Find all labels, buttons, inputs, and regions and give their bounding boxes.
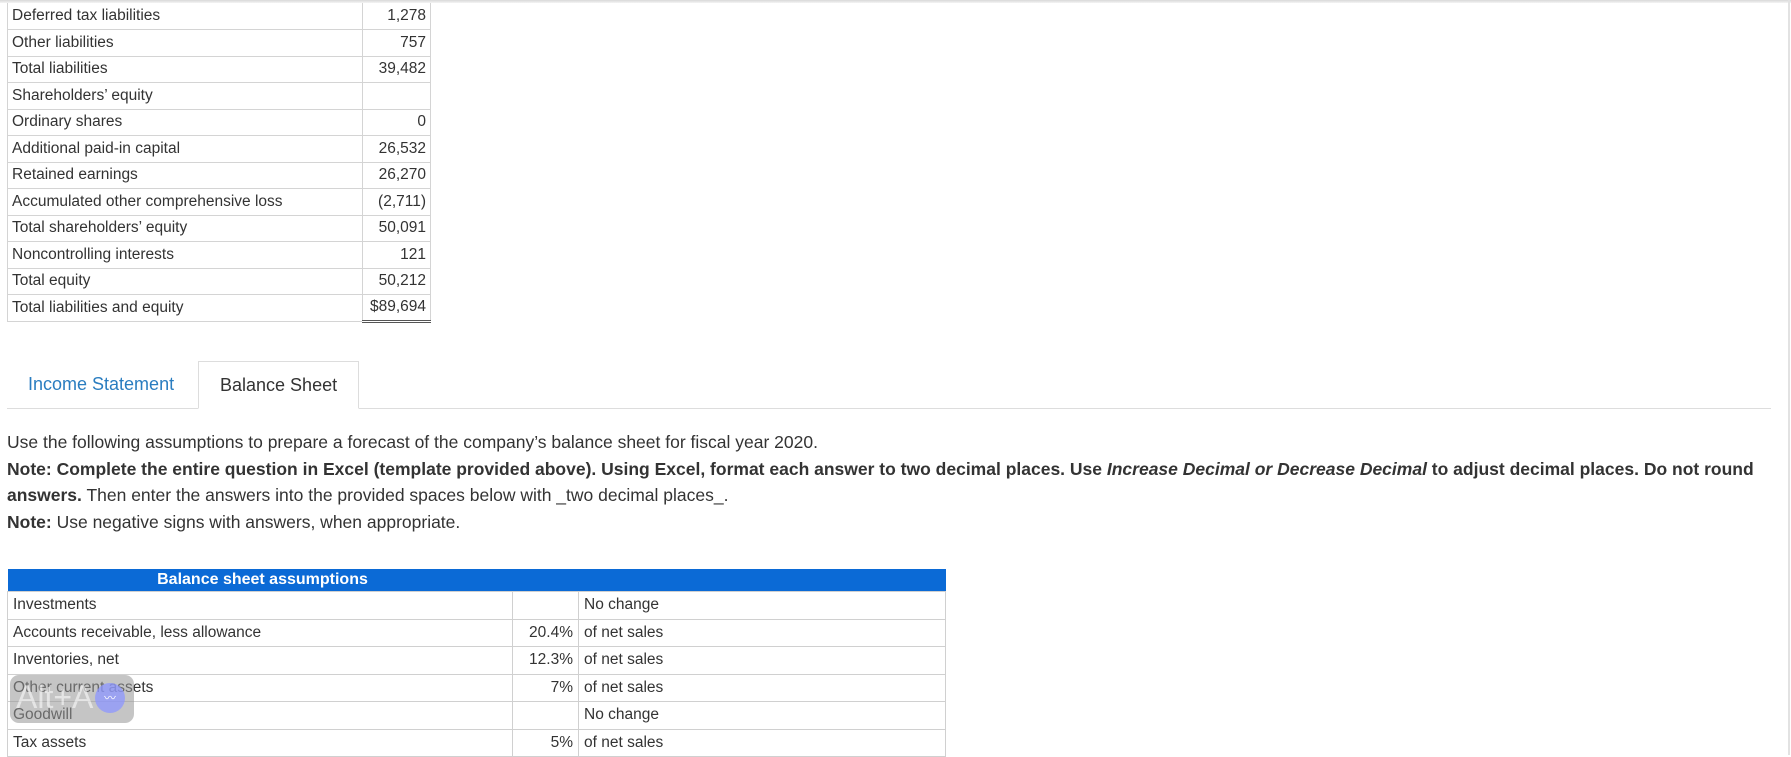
shortcut-label: Alt+A [16,679,94,715]
instructions: Use the following assumptions to prepare… [7,429,1777,535]
row-label: Shareholders’ equity [7,82,363,110]
assumption-desc: of net sales [578,728,946,757]
row-value: 50,091 [362,214,431,242]
assumption-desc: No change [578,701,946,730]
table-row: Total liabilities and equity $89,694 [7,294,431,323]
assumption-label: Tax assets [7,728,513,757]
assumption-pct: 20.4% [512,618,579,647]
row-value: 0 [362,108,431,136]
sign-note: Note: Use negative signs with answers, w… [7,509,1777,536]
table-row: Ordinary shares 0 [7,108,431,136]
row-label: Ordinary shares [7,108,363,136]
assumptions-title: Balance sheet assumptions [157,571,368,588]
assumption-pct: 5% [512,728,579,757]
row-label: Additional paid-in capital [7,135,363,163]
statement-tabs: Income Statement Balance Sheet [7,361,1771,409]
table-row: Deferred tax liabilities 1,278 [7,3,431,30]
audio-wave-icon[interactable]: 〰 [95,683,125,713]
row-value: 26,532 [362,135,431,163]
table-row: Investments No change [7,591,946,620]
table-row: Retained earnings 26,270 [7,161,431,189]
note-bold-a: Note: Complete the entire question in Ex… [7,458,1107,479]
note-plain: Then enter the answers into the provided… [81,485,729,505]
row-label: Other liabilities [7,29,363,57]
note-italic: Increase Decimal or Decrease Decimal [1106,458,1427,479]
assumption-label: Accounts receivable, less allowance [7,618,513,647]
table-row: Total shareholders’ equity 50,091 [7,214,431,242]
tab-income-statement[interactable]: Income Statement [7,361,195,408]
row-label: Total liabilities and equity [7,294,363,322]
row-value: 39,482 [362,55,431,83]
note2-plain: Use negative signs with answers, when ap… [51,511,461,532]
assumption-label: Investments [7,591,513,620]
row-value: 757 [362,29,431,57]
assumptions-header: Balance sheet assumptions [7,569,946,592]
row-value [362,82,431,110]
row-label: Retained earnings [7,161,363,189]
table-row: GoodwillNo change [7,701,946,730]
assumption-desc: of net sales [578,646,946,675]
row-label: Deferred tax liabilities [7,3,363,30]
table-row: Noncontrolling interests 121 [7,241,431,269]
table-row: Inventories, net 12.3% of net sales [7,646,946,675]
assumption-pct [512,701,579,730]
row-value: 26,270 [362,161,431,189]
assumption-desc: No change [578,591,946,620]
row-label: Total equity [7,267,363,295]
accessibility-overlay-widget[interactable]: Alt+A 〰 [10,675,134,723]
table-row: Tax assets 5% of net sales [7,728,946,757]
row-label: Noncontrolling interests [7,241,363,269]
excel-note: Note: Complete the entire question in Ex… [7,456,1777,509]
row-value: 50,212 [362,267,431,295]
table-row: Accounts receivable, less allowance 20.4%… [7,618,946,647]
table-row: Total equity 50,212 [7,267,431,295]
assumption-pct: 7% [512,673,579,702]
table-row: Total liabilities 39,482 [7,55,431,83]
assumption-desc: of net sales [578,673,946,702]
assumptions-header-row: Balance sheet assumptions [7,569,946,592]
row-value: 121 [362,241,431,269]
table-row: Additional paid-in capital 26,532 [7,135,431,163]
balance-sheet-table: Deferred tax liabilities 1,278 Other liab… [7,3,431,323]
instruction-text: Use the following assumptions to prepare… [7,432,818,452]
table-row: Shareholders’ equity [7,82,431,110]
assumption-pct: 12.3% [512,646,579,675]
table-row: Accumulated other comprehensive loss (2,7… [7,188,431,216]
row-label: Total shareholders’ equity [7,214,363,242]
scrollbar-edge[interactable] [1788,0,1790,755]
row-value: 1,278 [362,3,431,30]
assumption-desc: of net sales [578,618,946,647]
tab-balance-sheet[interactable]: Balance Sheet [198,361,360,409]
note2-bold: Note: [7,511,52,532]
row-label: Accumulated other comprehensive loss [7,188,363,216]
table-row: Other current assets7%of net sales [7,673,946,702]
table-row: Other liabilities 757 [7,29,431,57]
assumptions-table: Balance sheet assumptions Investments No … [7,569,946,757]
row-value: (2,711) [362,188,431,216]
assumption-label: Inventories, net [7,646,513,675]
row-value: $89,694 [362,294,431,323]
row-label: Total liabilities [7,55,363,83]
assumption-pct [512,591,579,620]
